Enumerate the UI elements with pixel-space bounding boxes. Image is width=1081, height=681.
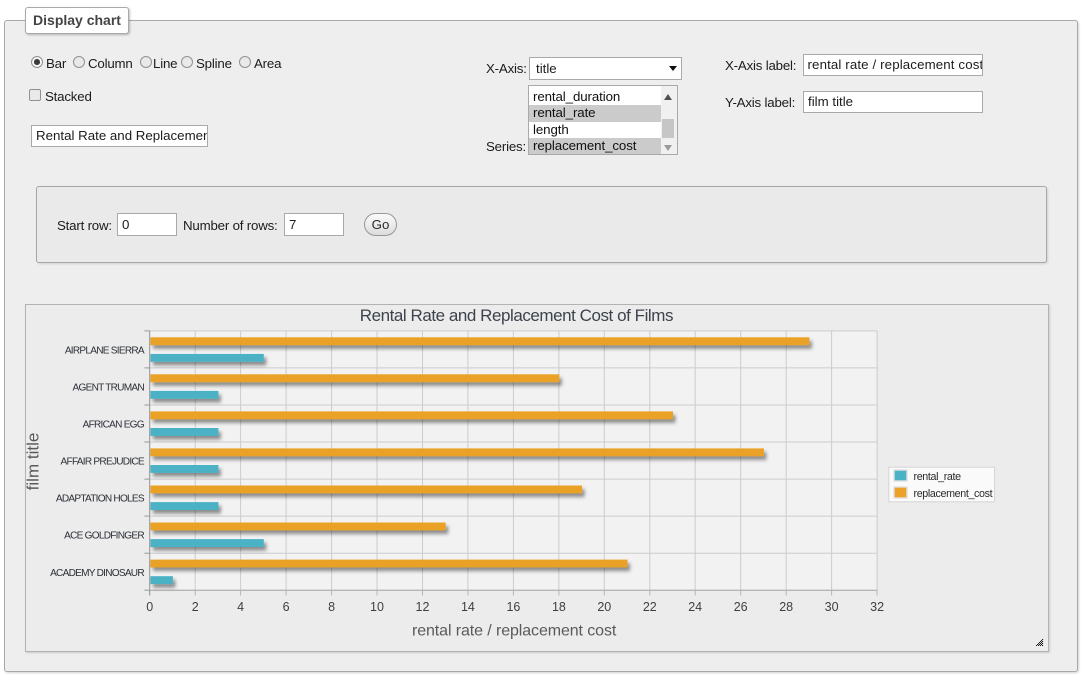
svg-text:2: 2: [192, 600, 199, 614]
svg-text:26: 26: [734, 600, 748, 614]
svg-text:14: 14: [461, 600, 475, 614]
svg-text:4: 4: [237, 600, 244, 614]
svg-text:AFFAIR PREJUDICE: AFFAIR PREJUDICE: [61, 457, 145, 468]
svg-text:film title: film title: [26, 433, 43, 491]
svg-text:replacement_cost: replacement_cost: [914, 488, 993, 500]
svg-text:ACE GOLDFINGER: ACE GOLDFINGER: [64, 531, 144, 542]
svg-text:32: 32: [870, 600, 884, 614]
svg-text:0: 0: [146, 600, 153, 614]
svg-text:ADAPTATION HOLES: ADAPTATION HOLES: [56, 494, 145, 505]
svg-text:AIRPLANE SIERRA: AIRPLANE SIERRA: [65, 346, 145, 357]
svg-text:8: 8: [328, 600, 335, 614]
svg-text:Rental Rate and Replacement Co: Rental Rate and Replacement Cost of Film…: [360, 306, 673, 325]
svg-text:rental rate / replacement cost: rental rate / replacement cost: [412, 623, 617, 640]
svg-text:AFRICAN EGG: AFRICAN EGG: [83, 420, 145, 431]
svg-text:28: 28: [779, 600, 793, 614]
svg-text:ACADEMY DINOSAUR: ACADEMY DINOSAUR: [50, 568, 144, 579]
svg-text:22: 22: [643, 600, 657, 614]
svg-text:16: 16: [506, 600, 520, 614]
svg-text:30: 30: [825, 600, 839, 614]
svg-text:AGENT TRUMAN: AGENT TRUMAN: [73, 383, 145, 394]
svg-text:24: 24: [688, 600, 702, 614]
svg-text:12: 12: [416, 600, 430, 614]
svg-text:18: 18: [552, 600, 566, 614]
svg-text:6: 6: [283, 600, 290, 614]
svg-text:20: 20: [597, 600, 611, 614]
svg-text:rental_rate: rental_rate: [914, 471, 962, 483]
svg-text:10: 10: [370, 600, 384, 614]
